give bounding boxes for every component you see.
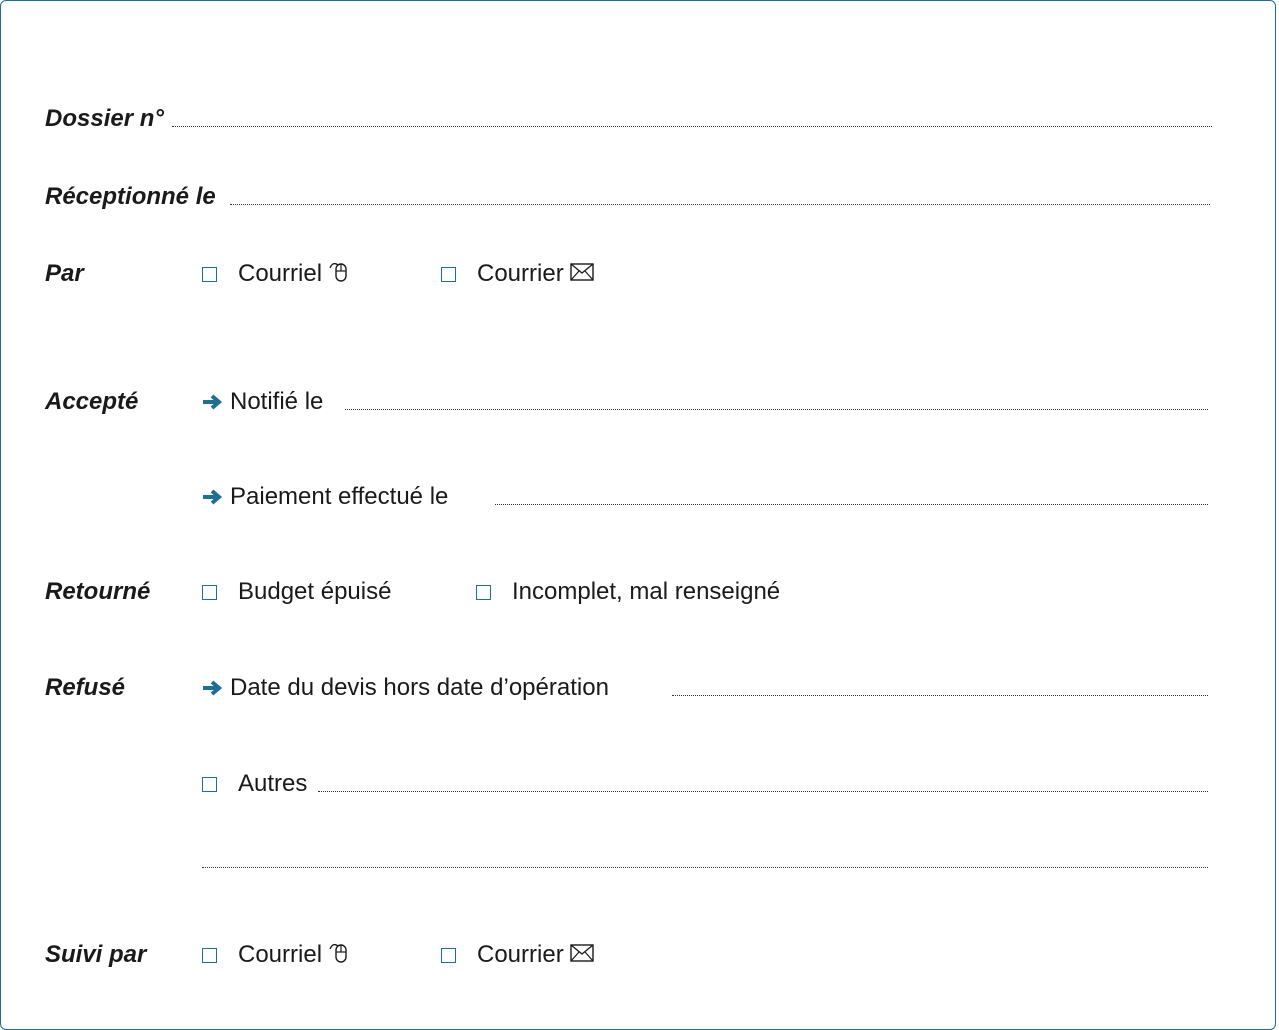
par-label: Par xyxy=(45,260,84,287)
arrow-right-icon xyxy=(202,393,224,411)
paiement-label: Paiement effectué le xyxy=(230,483,449,510)
par-option-courrier[interactable]: Courrier xyxy=(441,258,594,290)
date-devis-input-line[interactable] xyxy=(672,695,1208,696)
suivi-courriel-label: Courriel xyxy=(238,941,323,968)
retourne-row: Retourné Budget épuisé Incomplet, mal re… xyxy=(0,576,1279,608)
mouse-icon xyxy=(328,259,350,290)
paiement-row: Paiement effectué le xyxy=(0,481,1279,513)
par-courriel-checkbox[interactable] xyxy=(202,266,217,282)
retourne-label: Retourné xyxy=(45,578,151,605)
autres-continuation-row xyxy=(0,845,1279,877)
envelope-icon xyxy=(569,943,594,968)
envelope-icon xyxy=(569,262,594,287)
par-courriel-label: Courriel xyxy=(238,260,323,287)
suivi-option-courrier[interactable]: Courrier xyxy=(441,939,594,971)
dossier-row: Dossier n° xyxy=(0,103,1279,135)
par-option-courriel[interactable]: Courriel xyxy=(202,258,350,290)
notifie-label: Notifié le xyxy=(230,388,324,415)
accepte-label: Accepté xyxy=(45,388,139,415)
autres-continuation-line[interactable] xyxy=(202,867,1208,868)
mouse-icon xyxy=(328,940,350,971)
suivi-courrier-checkbox[interactable] xyxy=(441,947,456,963)
dossier-input-line[interactable] xyxy=(172,126,1212,127)
receptionne-input-line[interactable] xyxy=(230,204,1210,205)
refuse-option-autres[interactable]: Autres xyxy=(202,768,307,800)
suivi-option-courriel[interactable]: Courriel xyxy=(202,939,350,971)
suivi-courrier-label: Courrier xyxy=(477,941,564,968)
notifie-field: Notifié le xyxy=(202,386,323,418)
retourne-option-incomplet[interactable]: Incomplet, mal renseigné xyxy=(476,576,780,608)
retourne-budget-checkbox[interactable] xyxy=(202,584,217,600)
par-courrier-checkbox[interactable] xyxy=(441,266,456,282)
receptionne-row: Réceptionné le xyxy=(0,181,1279,213)
retourne-incomplet-label: Incomplet, mal renseigné xyxy=(512,578,781,605)
retourne-incomplet-checkbox[interactable] xyxy=(476,584,491,600)
paiement-field: Paiement effectué le xyxy=(202,481,448,513)
refuse-label: Refusé xyxy=(45,674,126,701)
notifie-input-line[interactable] xyxy=(345,409,1208,410)
suivi-label: Suivi par xyxy=(45,941,147,968)
autres-label: Autres xyxy=(238,770,308,797)
accepte-row: Accepté Notifié le xyxy=(0,386,1279,418)
retourne-budget-label: Budget épuisé xyxy=(238,578,392,605)
receptionne-label: Réceptionné le xyxy=(45,183,216,210)
date-devis-field: Date du devis hors date d’opération xyxy=(202,672,609,704)
dossier-label: Dossier n° xyxy=(45,105,164,132)
refuse-row: Refusé Date du devis hors date d’opérati… xyxy=(0,672,1279,704)
autres-row: Autres xyxy=(0,768,1279,800)
autres-checkbox[interactable] xyxy=(202,776,217,792)
par-row: Par Courriel Courrier xyxy=(0,258,1279,290)
autres-input-line[interactable] xyxy=(318,791,1208,792)
arrow-right-icon xyxy=(202,679,224,697)
paiement-input-line[interactable] xyxy=(495,504,1208,505)
date-devis-label: Date du devis hors date d’opération xyxy=(230,674,609,701)
retourne-option-budget[interactable]: Budget épuisé xyxy=(202,576,391,608)
par-courrier-label: Courrier xyxy=(477,260,564,287)
arrow-right-icon xyxy=(202,488,224,506)
suivi-courriel-checkbox[interactable] xyxy=(202,947,217,963)
suivi-row: Suivi par Courriel Courrier xyxy=(0,939,1279,971)
